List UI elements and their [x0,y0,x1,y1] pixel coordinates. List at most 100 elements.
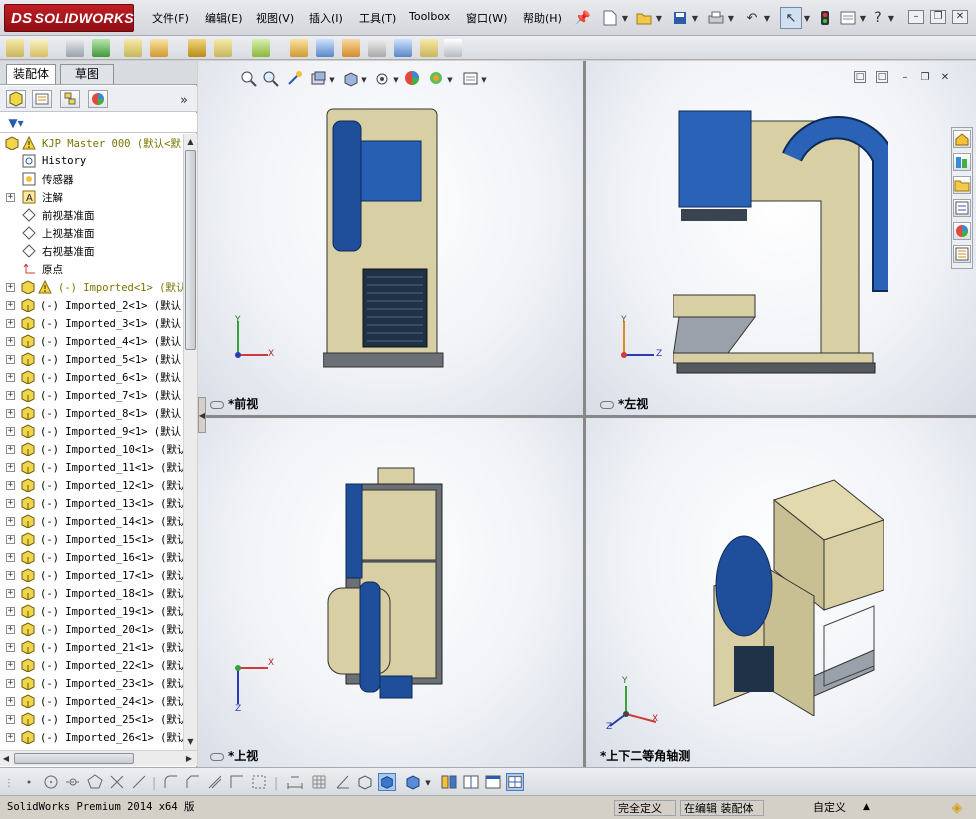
chevron-down-icon[interactable]: ▼ [762,8,772,28]
expand-toggle-icon[interactable]: + [6,300,15,310]
clearance-verification-icon[interactable] [394,39,412,57]
chevron-down-icon[interactable]: ▼ [446,70,454,90]
display-style-icon[interactable] [374,70,391,87]
chevron-down-icon[interactable]: ▼ [802,8,812,28]
tree-item[interactable]: + (-) Imported_24<1> (默认 [0,692,183,710]
tree-item[interactable]: + (-) Imported_10<1> (默认 [0,440,183,458]
expand-toggle-icon[interactable]: + [6,516,15,526]
sketch-fillet-icon[interactable] [162,773,180,791]
show-hidden-icon[interactable] [150,39,168,57]
design-library-icon[interactable] [953,153,971,171]
menu-window[interactable]: 窗口(W) [466,10,507,26]
polygon-icon[interactable] [86,773,104,791]
scroll-up-icon[interactable]: ▲ [185,134,196,148]
expand-toggle-icon[interactable]: + [6,696,15,706]
print-icon[interactable] [706,8,726,28]
tile-view-icon[interactable] [462,773,480,791]
tree-item[interactable]: 右视基准面 [0,242,183,260]
chevron-down-icon[interactable]: ▼ [886,8,896,28]
tree-vertical-scrollbar[interactable]: ▲ ▼ [183,134,197,750]
viewport-link-icon[interactable]: □ [854,71,866,83]
file-explorer-icon[interactable] [953,176,971,194]
options-icon[interactable] [838,8,858,28]
dimension-icon[interactable] [286,773,304,791]
apply-scene-icon[interactable] [428,70,445,87]
scroll-down-icon[interactable]: ▼ [185,734,196,748]
select-arrow-icon[interactable]: ↖ [780,7,802,29]
corner-rectangle-icon[interactable] [228,773,246,791]
tab-sketch[interactable]: 草图 [60,64,114,84]
save-icon[interactable] [670,8,690,28]
custom-properties-icon[interactable] [953,245,971,263]
menu-toolbox[interactable]: Toolbox [409,10,450,23]
viewport-front[interactable]: ▼ ▼ ▼ ▼ ▼ Y X *前视 [198,61,583,415]
expand-toggle-icon[interactable]: + [6,390,15,400]
expand-toggle-icon[interactable]: + [6,678,15,688]
chevron-down-icon[interactable]: ▼ [654,8,664,28]
status-units[interactable]: 自定义 [810,800,849,816]
insert-component-icon[interactable] [6,39,24,57]
tree-root-assembly[interactable]: KJP Master 000 (默认<默 [0,134,183,152]
move-component-icon[interactable] [124,39,142,57]
scroll-thumb[interactable] [14,753,134,764]
expand-toggle-icon[interactable]: + [6,462,15,472]
chevron-down-icon[interactable]: ▼ [620,8,630,28]
isometric-view-model[interactable] [704,476,884,716]
chevron-down-icon[interactable]: ▼ [360,70,368,90]
expand-toggle-icon[interactable]: + [6,714,15,724]
mate-icon[interactable] [30,39,48,57]
tree-item[interactable]: 前视基准面 [0,206,183,224]
zoom-to-area-icon[interactable] [262,70,279,87]
menu-tools[interactable]: 工具(T) [359,10,396,26]
shaded-view-icon[interactable] [378,773,396,791]
split-view-icon[interactable] [440,773,458,791]
tree-item[interactable]: + (-) Imported<1> (默认< [0,278,183,296]
trim-icon[interactable] [108,773,126,791]
tree-item[interactable]: + (-) Imported_17<1> (默认 [0,566,183,584]
expand-toggle-icon[interactable]: + [6,444,15,454]
open-folder-icon[interactable] [634,8,654,28]
top-view-model[interactable] [326,466,456,716]
chevron-right-double-icon[interactable]: » [176,90,192,110]
expand-toggle-icon[interactable]: + [6,570,15,580]
menu-insert[interactable]: 插入(I) [309,10,343,26]
interference-detection-icon[interactable] [368,39,386,57]
view-palette-icon[interactable] [953,199,971,217]
chamfer-icon[interactable] [184,773,202,791]
assembly-features-icon[interactable] [188,39,206,57]
expand-toggle-icon[interactable]: + [6,408,15,418]
center-rectangle-icon[interactable] [250,773,268,791]
minimize-icon[interactable]: – [908,10,924,24]
pin-icon[interactable]: 📌 [574,8,592,28]
view-orientation-icon[interactable] [342,70,359,87]
view-settings-icon[interactable] [462,70,479,87]
graphics-area[interactable]: ▼ ▼ ▼ ▼ ▼ Y X *前视 Y Z □ □ – ❐ ✕ *左视 X Z … [198,61,976,767]
new-document-icon[interactable] [600,8,620,28]
tree-item[interactable]: + (-) Imported_25<1> (默认 [0,710,183,728]
expand-toggle-icon[interactable]: + [6,318,15,328]
menu-edit[interactable]: 编辑(E) [205,10,243,26]
tree-item[interactable]: + (-) Imported_11<1> (默认 [0,458,183,476]
bill-of-materials-icon[interactable] [290,39,308,57]
point-icon[interactable] [20,773,38,791]
section-view-icon[interactable] [310,70,327,87]
chevron-down-icon[interactable]: ▼ [726,8,736,28]
tree-item[interactable]: + (-) Imported_8<1> (默认 [0,404,183,422]
appearances-icon[interactable] [953,222,971,240]
chevron-down-icon[interactable]: ▼ [690,8,700,28]
four-view-icon[interactable] [506,773,524,791]
smart-fasteners-icon[interactable] [92,39,110,57]
scroll-thumb[interactable] [185,150,196,350]
tree-item[interactable]: + (-) Imported_3<1> (默认 [0,314,183,332]
chevron-down-icon[interactable]: ▼ [328,70,336,90]
tree-item[interactable]: + (-) Imported_16<1> (默认 [0,548,183,566]
filter-icon[interactable]: ▼▾ [6,113,26,133]
circle-icon[interactable] [42,773,60,791]
menu-view[interactable]: 视图(V) [256,10,294,26]
single-view-icon[interactable] [484,773,502,791]
exploded-view-icon[interactable] [316,39,334,57]
tree-item[interactable]: + A 注解 [0,188,183,206]
tree-item[interactable]: 原点 [0,260,183,278]
tree-item[interactable]: + (-) Imported_4<1> (默认 [0,332,183,350]
explode-line-sketch-icon[interactable] [342,39,360,57]
